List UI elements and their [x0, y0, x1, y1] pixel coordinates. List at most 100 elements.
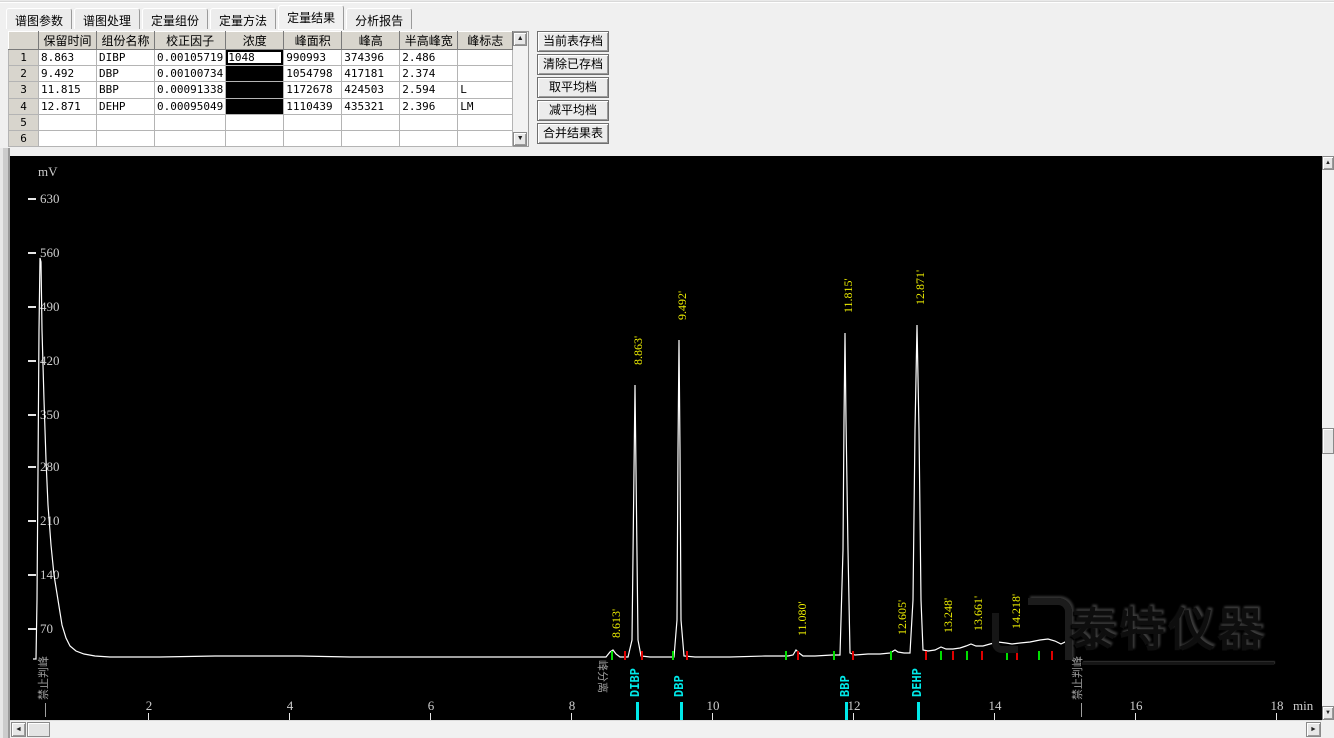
tab-quant-components[interactable]: 定量组份: [142, 8, 208, 29]
tab-spectrum-processing[interactable]: 谱图处理: [74, 8, 140, 29]
cell-half-width[interactable]: [400, 114, 458, 130]
cell-component-name[interactable]: DIBP: [97, 50, 155, 66]
clear-archived-button[interactable]: 清除已存档: [537, 54, 609, 75]
cell-retention-time[interactable]: [39, 130, 97, 146]
col-header-peak-area[interactable]: 峰面积: [284, 32, 342, 50]
cell-correction-factor[interactable]: 0.00105719: [155, 50, 226, 66]
cell-peak-area[interactable]: 1054798: [284, 66, 342, 82]
scroll-up-icon[interactable]: ▲: [1322, 156, 1334, 170]
peak-end-tick: [797, 651, 799, 660]
cell-peak-height[interactable]: 417181: [342, 66, 400, 82]
cell-concentration-selected[interactable]: 1055: [226, 98, 284, 114]
cell-half-width[interactable]: 2.396: [400, 98, 458, 114]
cell-peak-area[interactable]: [284, 130, 342, 146]
row-number[interactable]: 2: [9, 66, 39, 82]
tab-quant-results[interactable]: 定量结果: [278, 5, 344, 30]
peak-end-tick: [624, 651, 626, 660]
cell-concentration-focused[interactable]: 1048: [226, 50, 284, 66]
col-header-retention-time[interactable]: 保留时间: [39, 32, 97, 50]
tab-quant-method[interactable]: 定量方法: [210, 8, 276, 29]
cell-half-width[interactable]: 2.374: [400, 66, 458, 82]
peak-end-tick: [852, 651, 854, 660]
cell-peak-flag[interactable]: [458, 114, 513, 130]
peak-start-tick: [672, 651, 674, 660]
vertical-scroll-thumb[interactable]: [1322, 428, 1334, 454]
cell-correction-factor[interactable]: [155, 114, 226, 130]
row-number[interactable]: 1: [9, 50, 39, 66]
cell-retention-time[interactable]: 8.863: [39, 50, 97, 66]
peak-end-tick: [925, 651, 927, 660]
corner-header-cell: [9, 32, 39, 50]
cell-component-name[interactable]: [97, 130, 155, 146]
cell-retention-time[interactable]: [39, 114, 97, 130]
row-number[interactable]: 6: [9, 130, 39, 146]
tab-bar: 谱图参数 谱图处理 定量组份 定量方法 定量结果 分析报告: [6, 5, 414, 29]
row-number[interactable]: 5: [9, 114, 39, 130]
table-scrollbar[interactable]: ▲ ▼: [513, 31, 529, 147]
tab-analysis-report[interactable]: 分析报告: [346, 8, 412, 29]
cell-peak-area[interactable]: 990993: [284, 50, 342, 66]
peak-retention-label: 8.863': [632, 336, 644, 365]
cell-correction-factor[interactable]: 0.00100734: [155, 66, 226, 82]
col-header-correction-factor[interactable]: 校正因子: [155, 32, 226, 50]
cell-retention-time[interactable]: 9.492: [39, 66, 97, 82]
cell-correction-factor[interactable]: 0.00091338: [155, 82, 226, 98]
cell-component-name[interactable]: DEHP: [97, 98, 155, 114]
cell-component-name[interactable]: DBP: [97, 66, 155, 82]
take-average-button[interactable]: 取平均档: [537, 77, 609, 98]
cell-peak-flag[interactable]: L: [458, 82, 513, 98]
cell-peak-area[interactable]: 1172678: [284, 82, 342, 98]
cell-component-name[interactable]: BBP: [97, 82, 155, 98]
cell-component-name[interactable]: [97, 114, 155, 130]
archive-current-table-button[interactable]: 当前表存档: [537, 31, 609, 52]
cell-peak-flag[interactable]: LM: [458, 98, 513, 114]
peak-retention-label: 12.605': [896, 600, 908, 635]
scroll-down-icon[interactable]: ▼: [513, 132, 527, 146]
row-number[interactable]: 4: [9, 98, 39, 114]
cell-peak-height[interactable]: 435321: [342, 98, 400, 114]
cell-peak-height[interactable]: [342, 114, 400, 130]
horizontal-scroll-thumb[interactable]: [27, 722, 50, 737]
cell-peak-height[interactable]: 374396: [342, 50, 400, 66]
col-header-half-width[interactable]: 半高峰宽: [400, 32, 458, 50]
col-header-peak-height[interactable]: 峰高: [342, 32, 400, 50]
cell-retention-time[interactable]: 11.815: [39, 82, 97, 98]
subtract-average-button[interactable]: 减平均档: [537, 100, 609, 121]
cell-correction-factor[interactable]: 0.00095049: [155, 98, 226, 114]
peak-retention-label: 13.248': [942, 598, 954, 633]
cell-concentration-selected[interactable]: 1071: [226, 82, 284, 98]
cell-half-width[interactable]: 2.486: [400, 50, 458, 66]
chromatogram-plot[interactable]: mV 630 560 490 420 350 280 210 140 70 2 …: [10, 156, 1322, 720]
scroll-right-icon[interactable]: ►: [1306, 722, 1321, 737]
cell-half-width[interactable]: 2.594: [400, 82, 458, 98]
chart-horizontal-scrollbar[interactable]: ◄ ►: [10, 720, 1322, 737]
cell-correction-factor[interactable]: [155, 130, 226, 146]
component-label: DIBP: [629, 668, 641, 697]
row-number[interactable]: 3: [9, 82, 39, 98]
scroll-down-icon[interactable]: ▼: [1322, 706, 1334, 720]
table-row: 4 12.871 DEHP 0.00095049 1055 1110439 43…: [9, 98, 513, 114]
cell-peak-flag[interactable]: [458, 66, 513, 82]
cell-concentration[interactable]: [226, 130, 284, 146]
cell-half-width[interactable]: [400, 130, 458, 146]
cell-peak-flag[interactable]: [458, 50, 513, 66]
cell-concentration[interactable]: [226, 114, 284, 130]
cell-retention-time[interactable]: 12.871: [39, 98, 97, 114]
scroll-up-icon[interactable]: ▲: [513, 32, 527, 46]
table-row: 2 9.492 DBP 0.00100734 1063 1054798 4171…: [9, 66, 513, 82]
merge-results-button[interactable]: 合并结果表: [537, 123, 609, 144]
tab-spectrum-params[interactable]: 谱图参数: [6, 8, 72, 29]
col-header-peak-flag[interactable]: 峰标志: [458, 32, 513, 50]
col-header-component-name[interactable]: 组份名称: [97, 32, 155, 50]
watermark-text: 泰特仪器: [1070, 594, 1266, 660]
cell-peak-area[interactable]: [284, 114, 342, 130]
col-header-concentration[interactable]: 浓度: [226, 32, 284, 50]
scroll-left-icon[interactable]: ◄: [11, 722, 26, 737]
peak-separation-label: 峰分离: [596, 660, 608, 693]
cell-peak-height[interactable]: [342, 130, 400, 146]
cell-peak-flag[interactable]: [458, 130, 513, 146]
cell-concentration-selected[interactable]: 1063: [226, 66, 284, 82]
cell-peak-area[interactable]: 1110439: [284, 98, 342, 114]
cell-peak-height[interactable]: 424503: [342, 82, 400, 98]
chart-vertical-scrollbar[interactable]: ▲ ▼: [1322, 156, 1334, 720]
